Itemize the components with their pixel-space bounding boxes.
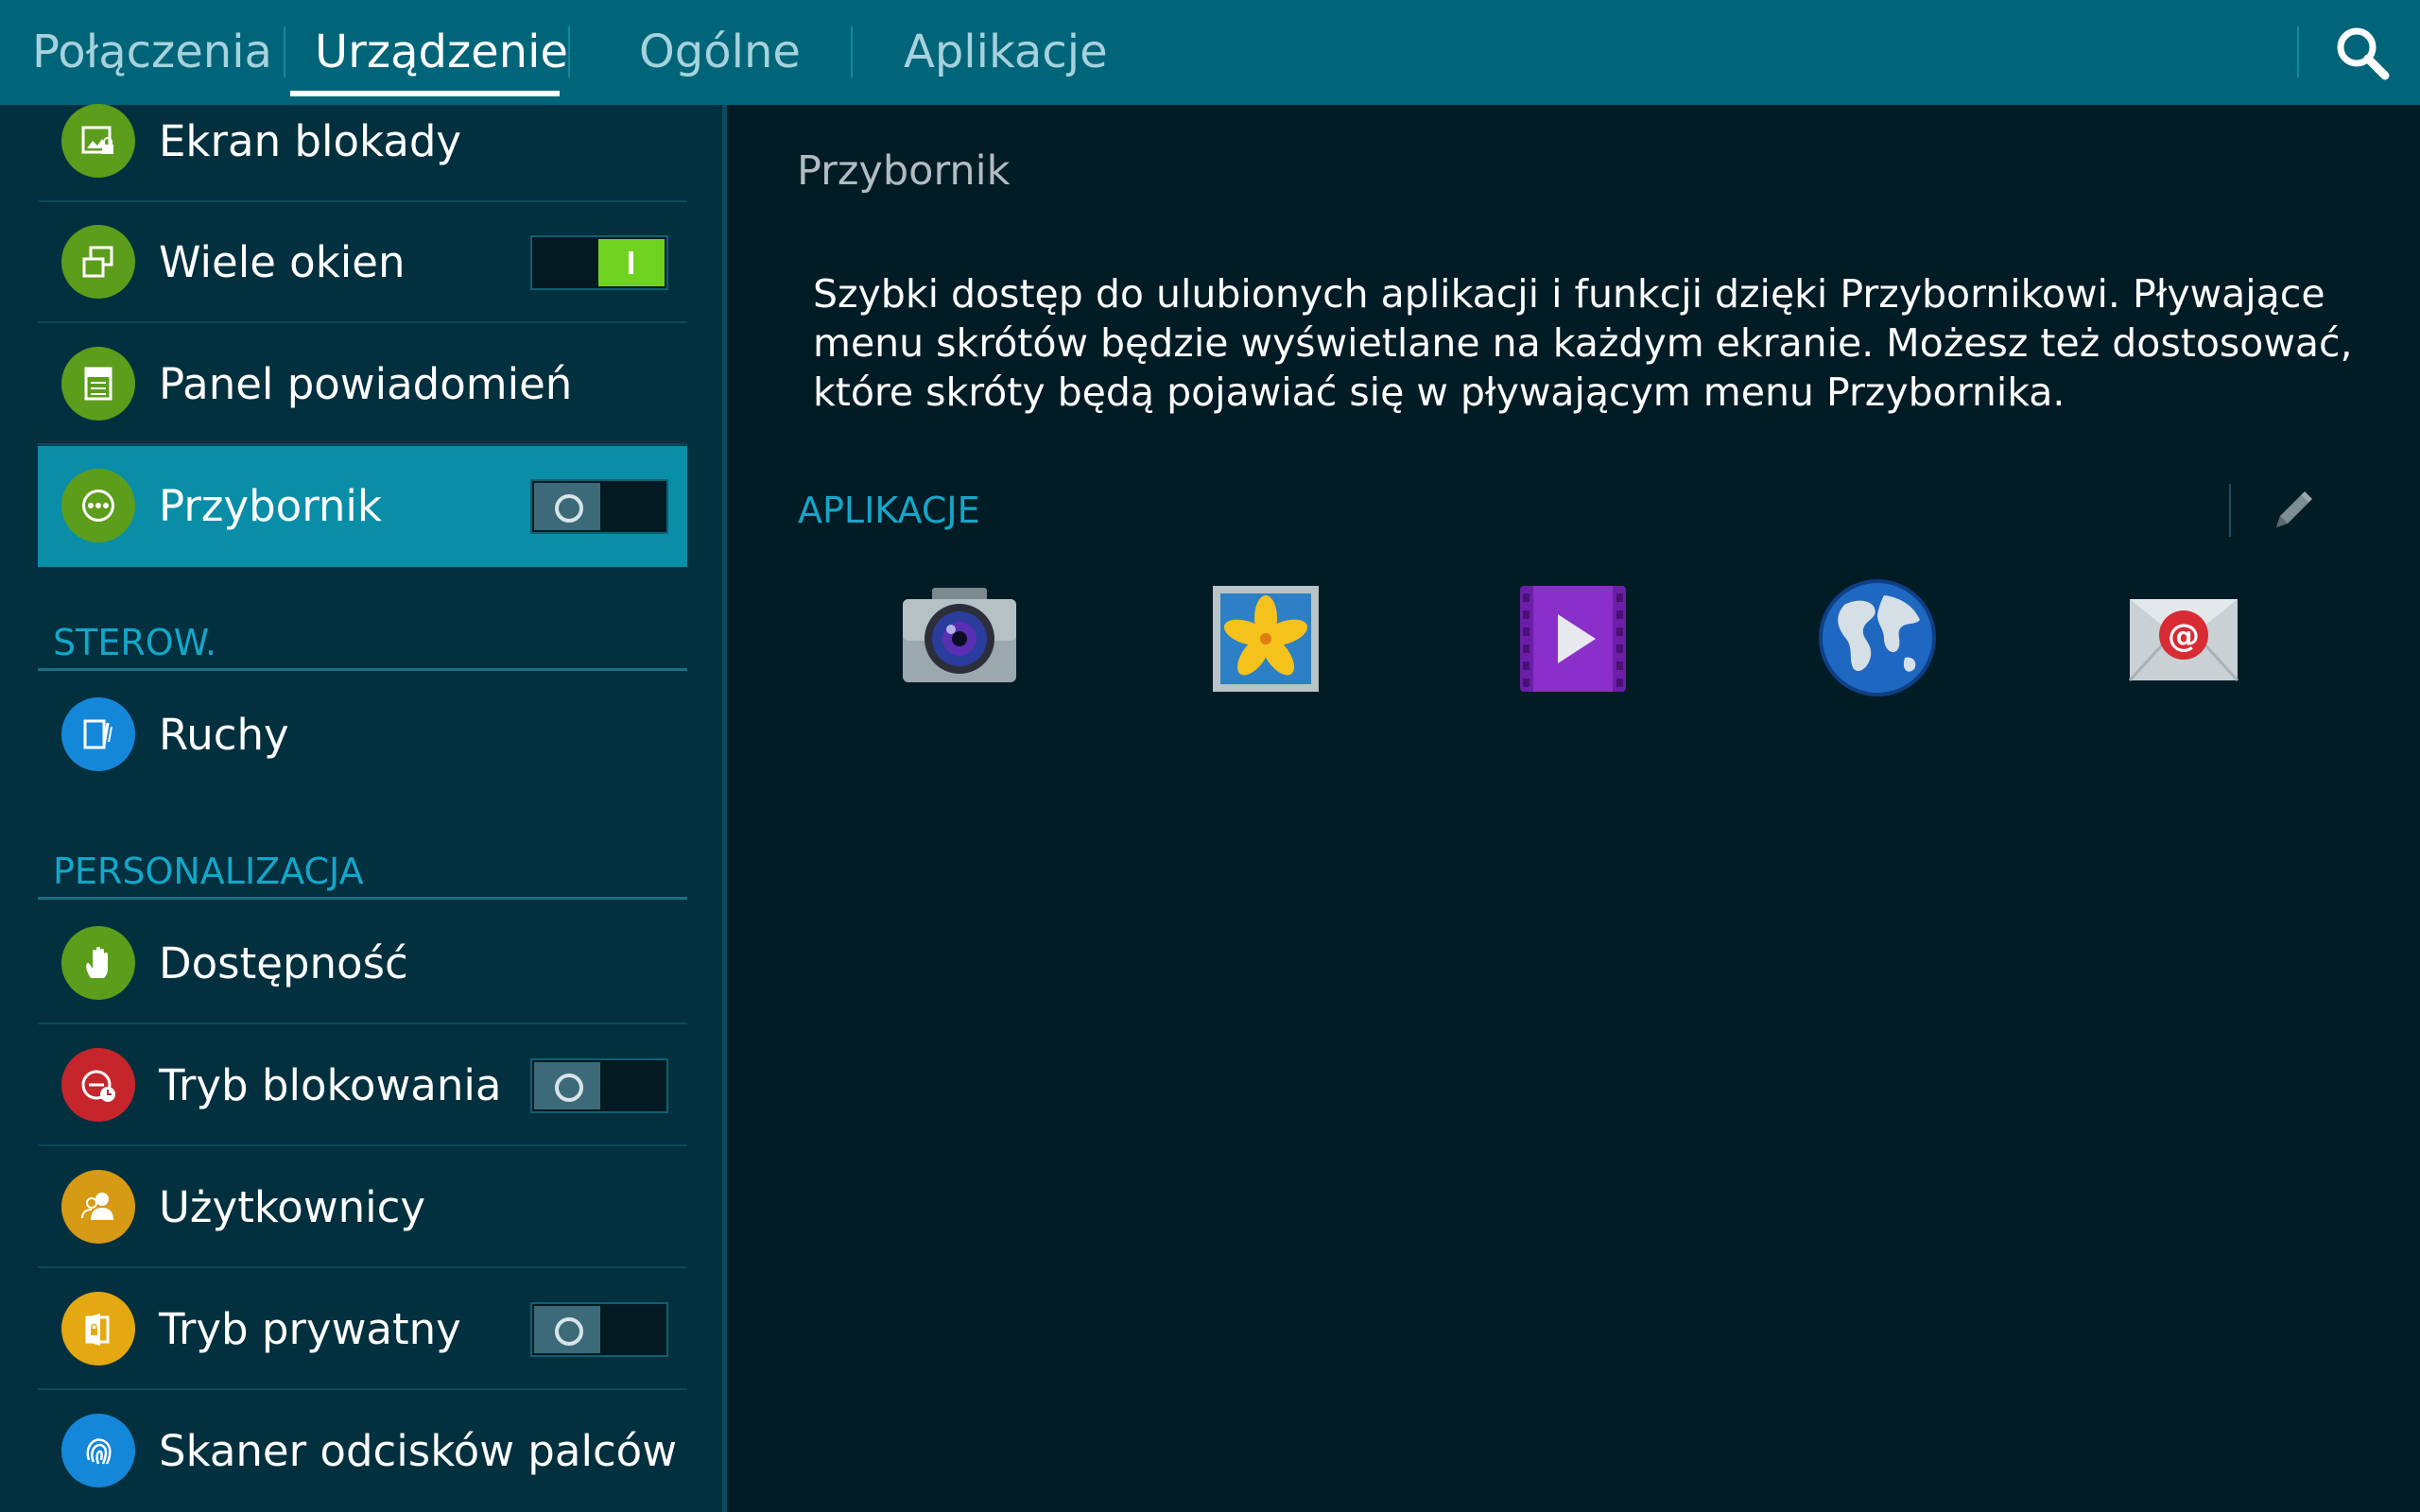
app-video[interactable] bbox=[1511, 576, 1634, 699]
sidebar-item-fingerprint-scanner[interactable]: Skaner odcisków palców bbox=[38, 1391, 687, 1512]
section-header-personalization: PERSONALIZACJA bbox=[38, 843, 687, 900]
accessibility-hand-icon bbox=[61, 926, 135, 1000]
sidebar-item-label: Wiele okien bbox=[159, 237, 406, 287]
row-divider bbox=[38, 321, 687, 323]
sidebar-item-accessibility[interactable]: Dostępność bbox=[38, 903, 687, 1024]
gallery-icon bbox=[1213, 586, 1319, 692]
apps-section-header: APLIKACJE bbox=[783, 476, 2361, 544]
sidebar-item-private-mode[interactable]: Tryb prywatny bbox=[38, 1269, 687, 1390]
row-divider bbox=[38, 1266, 687, 1268]
row-divider bbox=[38, 443, 687, 445]
tab-separator bbox=[284, 26, 285, 77]
sidebar-item-label: Dostępność bbox=[159, 938, 408, 988]
toolbox-description: Szybki dostęp do ulubionych aplikacji i … bbox=[813, 271, 2353, 415]
lock-screen-icon bbox=[61, 104, 135, 178]
row-divider bbox=[38, 1388, 687, 1390]
sidebar-item-label: Skaner odcisków palców bbox=[159, 1426, 678, 1476]
browser-globe-icon bbox=[1819, 579, 1936, 696]
svg-text:@: @ bbox=[2168, 617, 2200, 655]
header-separator bbox=[2229, 484, 2231, 537]
row-divider bbox=[38, 1144, 687, 1146]
app-browser[interactable] bbox=[1816, 576, 1939, 699]
camera-icon bbox=[903, 588, 1016, 682]
sidebar-item-lock-screen[interactable]: Ekran blokady bbox=[38, 81, 687, 202]
search-button[interactable] bbox=[2330, 21, 2396, 87]
sidebar-item-toolbox[interactable]: Przybornik bbox=[38, 446, 687, 567]
sidebar-item-users[interactable]: Użytkownicy bbox=[38, 1147, 687, 1268]
section-header-label: STEROW. bbox=[53, 622, 216, 663]
sidebar-item-label: Użytkownicy bbox=[159, 1182, 426, 1232]
tab-separator bbox=[568, 26, 570, 77]
app-gallery[interactable] bbox=[1203, 576, 1326, 699]
section-divider bbox=[38, 897, 687, 900]
toolbox-icon bbox=[61, 469, 135, 542]
tab-applications[interactable]: Aplikacje bbox=[904, 0, 1108, 105]
section-header-control: STEROW. bbox=[38, 614, 687, 671]
sidebar-item-multi-window[interactable]: Wiele okien bbox=[38, 202, 687, 323]
page-title: Przybornik bbox=[797, 147, 1011, 195]
sidebar-item-label: Przybornik bbox=[159, 481, 382, 531]
apps-section-label: APLIKACJE bbox=[798, 490, 980, 531]
email-icon: @ bbox=[2128, 599, 2239, 682]
private-mode-switch[interactable] bbox=[530, 1302, 668, 1357]
multi-window-icon bbox=[61, 225, 135, 299]
toolbox-switch[interactable] bbox=[530, 479, 668, 534]
sidebar-item-motions[interactable]: Ruchy bbox=[38, 675, 687, 796]
sidebar-item-label: Panel powiadomień bbox=[159, 359, 573, 409]
sidebar-item-notification-panel[interactable]: Panel powiadomień bbox=[38, 324, 687, 445]
pencil-icon bbox=[2276, 491, 2312, 527]
fingerprint-icon bbox=[61, 1414, 135, 1487]
app-camera[interactable] bbox=[898, 576, 1021, 699]
row-divider bbox=[38, 1022, 687, 1024]
edit-apps-button[interactable] bbox=[2267, 486, 2318, 537]
users-icon bbox=[61, 1170, 135, 1244]
tab-separator bbox=[2297, 26, 2299, 77]
sidebar-item-label: Tryb prywatny bbox=[159, 1304, 461, 1354]
app-email[interactable]: @ bbox=[2122, 576, 2245, 699]
blocking-mode-icon bbox=[61, 1048, 135, 1122]
sidebar-item-label: Ruchy bbox=[159, 710, 289, 760]
notification-panel-icon bbox=[61, 347, 135, 421]
video-icon bbox=[1520, 586, 1626, 692]
tab-separator bbox=[851, 26, 853, 77]
motion-icon bbox=[61, 697, 135, 771]
search-icon bbox=[2337, 27, 2390, 80]
section-divider bbox=[38, 668, 687, 671]
sidebar-item-label: Ekran blokady bbox=[159, 116, 462, 166]
sidebar-item-label: Tryb blokowania bbox=[159, 1060, 502, 1110]
sidebar-edge bbox=[722, 105, 727, 1512]
blocking-mode-switch[interactable] bbox=[530, 1058, 668, 1113]
multi-window-switch[interactable] bbox=[530, 235, 668, 290]
section-header-label: PERSONALIZACJA bbox=[53, 850, 364, 892]
sidebar-item-blocking-mode[interactable]: Tryb blokowania bbox=[38, 1025, 687, 1146]
private-mode-icon bbox=[61, 1292, 135, 1366]
